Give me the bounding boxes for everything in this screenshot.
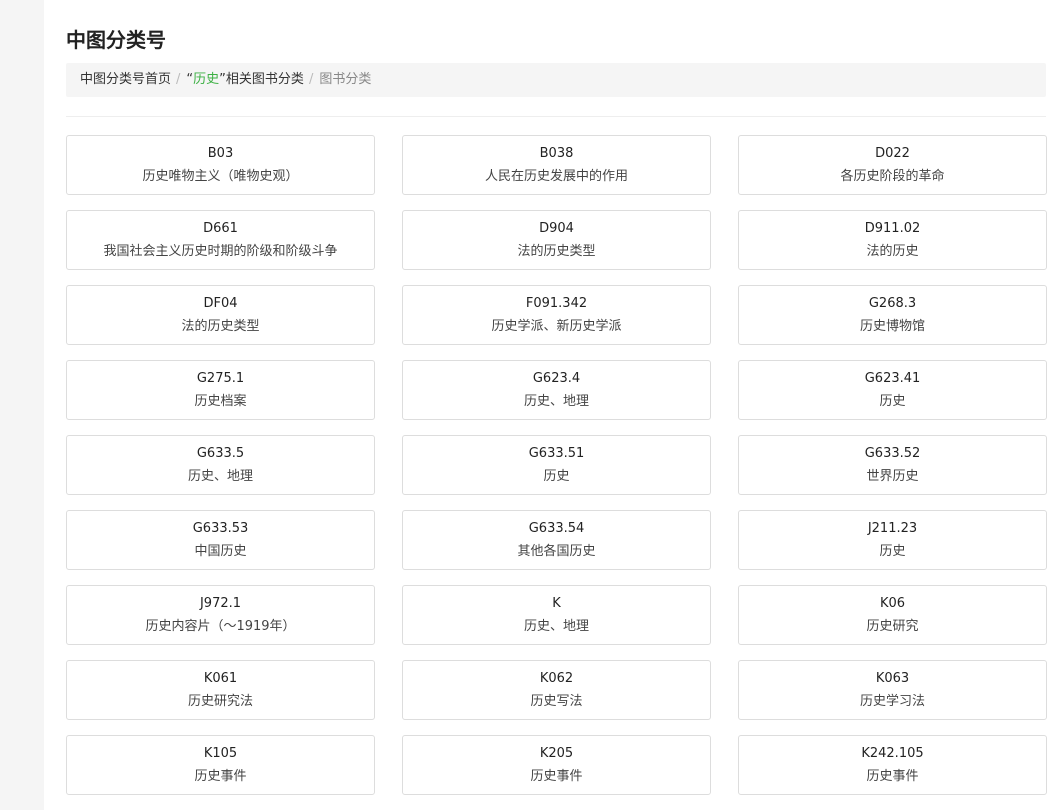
classification-name: 历史研究 xyxy=(866,619,919,634)
classification-card[interactable]: G623.41 历史 xyxy=(738,360,1047,420)
divider xyxy=(66,116,1046,117)
classification-card[interactable]: D904 法的历史类型 xyxy=(402,210,711,270)
classification-code: G623.4 xyxy=(532,371,581,386)
breadcrumb-separator: / xyxy=(176,72,181,87)
classification-card[interactable]: B038 人民在历史发展中的作用 xyxy=(402,135,711,195)
classification-code: D661 xyxy=(203,221,238,236)
classification-name: 历史、地理 xyxy=(523,619,589,634)
classification-card[interactable]: J211.23 历史 xyxy=(738,510,1047,570)
classification-card[interactable]: G633.54 其他各国历史 xyxy=(402,510,711,570)
breadcrumb-keyword: 历史 xyxy=(193,72,220,87)
classification-name: 历史学派、新历史学派 xyxy=(491,319,622,334)
page-title: 中图分类号 xyxy=(66,28,166,52)
breadcrumb-separator: / xyxy=(308,72,314,87)
classification-card[interactable]: G633.51 历史 xyxy=(402,435,711,495)
classification-name: 中国历史 xyxy=(194,544,247,559)
classification-card[interactable]: K105 历史事件 xyxy=(66,735,375,795)
classification-card[interactable]: F091.342 历史学派、新历史学派 xyxy=(402,285,711,345)
breadcrumb-keyword-link[interactable]: “历史”相关图书分类 xyxy=(186,63,304,97)
classification-code: D904 xyxy=(539,221,574,236)
classification-name: 各历史阶段的革命 xyxy=(840,169,945,184)
classification-name: 历史、地理 xyxy=(187,469,253,484)
classification-card[interactable]: K 历史、地理 xyxy=(402,585,711,645)
classification-name: 法的历史类型 xyxy=(517,244,596,259)
classification-card[interactable]: DF04 法的历史类型 xyxy=(66,285,375,345)
classification-code: K105 xyxy=(203,746,238,761)
classification-name: 历史学习法 xyxy=(859,694,925,709)
classification-code: G633.53 xyxy=(192,521,249,536)
classification-name: 历史唯物主义（唯物史观） xyxy=(142,169,299,184)
classification-code: D022 xyxy=(875,146,910,161)
classification-name: 历史事件 xyxy=(530,769,583,784)
classification-name: 历史 xyxy=(879,394,906,409)
classification-name: 世界历史 xyxy=(866,469,919,484)
classification-code: J211.23 xyxy=(867,521,918,536)
breadcrumb-current: 图书分类 xyxy=(319,72,372,87)
classification-card[interactable]: K205 历史事件 xyxy=(402,735,711,795)
classification-name: 历史、地理 xyxy=(523,394,589,409)
classification-card[interactable]: K242.105 历史事件 xyxy=(738,735,1047,795)
classification-card[interactable]: D661 我国社会主义历史时期的阶级和阶级斗争 xyxy=(66,210,375,270)
classification-name: 历史档案 xyxy=(194,394,247,409)
classification-code: DF04 xyxy=(203,296,238,311)
classification-card[interactable]: J972.1 历史内容片（～1919年） xyxy=(66,585,375,645)
classification-name: 法的历史 xyxy=(866,244,919,259)
classification-code: K242.105 xyxy=(861,746,924,761)
classification-code: G633.54 xyxy=(528,521,585,536)
classification-code: K06 xyxy=(879,596,906,611)
classification-card[interactable]: G633.5 历史、地理 xyxy=(66,435,375,495)
classification-code: F091.342 xyxy=(525,296,588,311)
classification-code: G633.51 xyxy=(528,446,585,461)
classification-name: 历史研究法 xyxy=(187,694,253,709)
breadcrumb-quote-close: ” xyxy=(219,72,226,87)
classification-code: G633.52 xyxy=(864,446,921,461)
classification-code: K xyxy=(552,596,561,611)
classification-code: K061 xyxy=(203,671,238,686)
classification-name: 人民在历史发展中的作用 xyxy=(484,169,628,184)
classification-code: G275.1 xyxy=(196,371,245,386)
classification-card[interactable]: D911.02 法的历史 xyxy=(738,210,1047,270)
classification-card[interactable]: D022 各历史阶段的革命 xyxy=(738,135,1047,195)
classification-code: G633.5 xyxy=(196,446,245,461)
classification-name: 历史博物馆 xyxy=(859,319,925,334)
classification-name: 历史写法 xyxy=(530,694,583,709)
classification-card[interactable]: B03 历史唯物主义（唯物史观） xyxy=(66,135,375,195)
classification-code: G268.3 xyxy=(868,296,917,311)
classification-name: 历史 xyxy=(543,469,570,484)
classification-card[interactable]: K06 历史研究 xyxy=(738,585,1047,645)
classification-code: K205 xyxy=(539,746,574,761)
classification-code: K063 xyxy=(875,671,910,686)
breadcrumb-home-link[interactable]: 中图分类号首页 xyxy=(80,63,171,97)
classification-name: 法的历史类型 xyxy=(181,319,260,334)
classification-code: D911.02 xyxy=(864,221,921,236)
breadcrumb-keyword-suffix: 相关图书分类 xyxy=(225,72,304,87)
classification-code: K062 xyxy=(539,671,574,686)
classification-card[interactable]: G275.1 历史档案 xyxy=(66,360,375,420)
breadcrumb: 中图分类号首页 / “历史”相关图书分类 / 图书分类 xyxy=(66,63,1046,97)
classification-name: 历史 xyxy=(879,544,906,559)
classification-code: B03 xyxy=(207,146,234,161)
classification-grid: B03 历史唯物主义（唯物史观） B038 人民在历史发展中的作用 D022 各历史阶段的… xyxy=(66,135,1048,795)
classification-code: G623.41 xyxy=(864,371,921,386)
classification-name: 历史内容片（～1919年） xyxy=(145,619,296,634)
classification-card[interactable]: K061 历史研究法 xyxy=(66,660,375,720)
classification-code: B038 xyxy=(539,146,574,161)
classification-card[interactable]: G633.52 世界历史 xyxy=(738,435,1047,495)
classification-card[interactable]: K063 历史学习法 xyxy=(738,660,1047,720)
classification-card[interactable]: K062 历史写法 xyxy=(402,660,711,720)
main-content: 中图分类号 中图分类号首页 / “历史”相关图书分类 / 图书分类 B03 历史唯… xyxy=(44,0,1054,810)
classification-name: 其他各国历史 xyxy=(517,544,596,559)
classification-name: 历史事件 xyxy=(866,769,919,784)
classification-name: 历史事件 xyxy=(194,769,247,784)
classification-code: J972.1 xyxy=(199,596,242,611)
classification-name: 我国社会主义历史时期的阶级和阶级斗争 xyxy=(103,244,338,259)
classification-card[interactable]: G268.3 历史博物馆 xyxy=(738,285,1047,345)
classification-card[interactable]: G623.4 历史、地理 xyxy=(402,360,711,420)
classification-card[interactable]: G633.53 中国历史 xyxy=(66,510,375,570)
